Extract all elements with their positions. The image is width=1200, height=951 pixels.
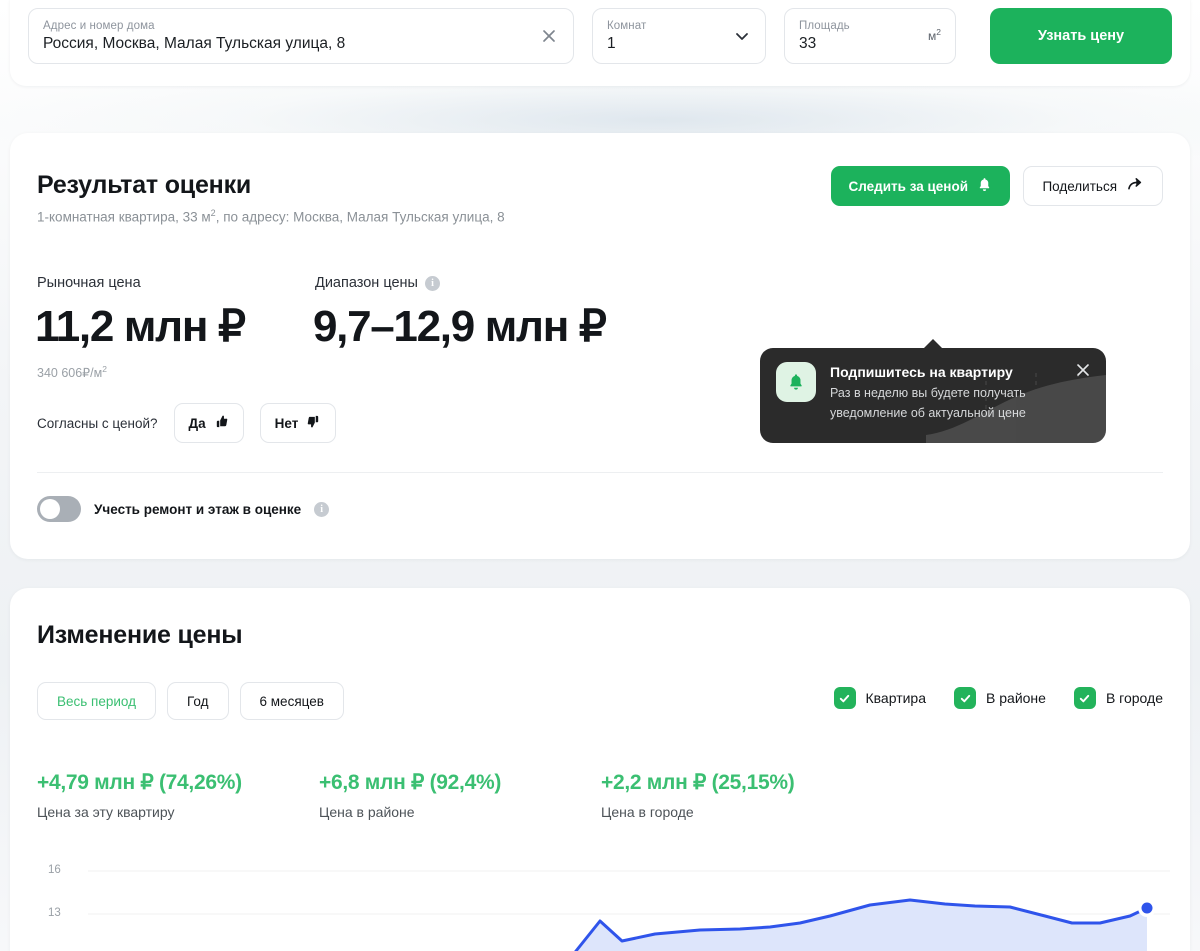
- result-card: Результат оценки 1-комнатная квартира, 3…: [10, 133, 1190, 559]
- rooms-select-value: 1: [607, 35, 616, 52]
- price-stats-row: +4,79 млн ₽ (74,26%) Цена за эту квартир…: [37, 770, 883, 820]
- price-chart-svg: [88, 870, 1170, 951]
- stat-district: +6,8 млн ₽ (92,4%) Цена в районе: [319, 770, 601, 820]
- stat-district-caption: Цена в районе: [319, 804, 415, 820]
- share-label: Поделиться: [1042, 178, 1117, 194]
- legend-item-district[interactable]: В районе: [954, 687, 1046, 709]
- price-per-sqm: 340 606₽/м2: [37, 364, 107, 381]
- period-tabs: Весь период Год 6 месяцев: [37, 682, 344, 720]
- area-unit-label: м2: [928, 27, 941, 43]
- check-icon: [833, 687, 856, 709]
- rooms-select[interactable]: Комнат 1: [592, 8, 766, 64]
- rooms-select-label: Комнат: [607, 20, 647, 32]
- price-range-value: 9,7–12,9 млн ₽: [313, 302, 607, 351]
- price-range-label-text: Диапазон цены: [315, 275, 418, 291]
- stat-city-caption: Цена в городе: [601, 804, 694, 820]
- price-change-title: Изменение цены: [37, 621, 243, 649]
- chart-area-fill: [576, 900, 1147, 951]
- area-field-value: 33: [799, 35, 817, 52]
- close-icon[interactable]: [539, 26, 559, 46]
- divider: [37, 472, 1163, 473]
- price-chart[interactable]: 16 13: [10, 844, 1190, 951]
- area-field-label: Площадь: [799, 20, 850, 32]
- info-icon[interactable]: i: [424, 275, 440, 291]
- price-change-card: Изменение цены Весь период Год 6 месяцев…: [10, 588, 1190, 951]
- watch-price-label: Следить за ценой: [848, 178, 968, 194]
- chart-legend: Квартира В районе В городе: [833, 687, 1163, 709]
- legend-item-apartment[interactable]: Квартира: [833, 687, 927, 709]
- chevron-down-icon[interactable]: [733, 27, 751, 45]
- thumbs-down-icon: [306, 414, 321, 432]
- tooltip-text-block: Подпишитесь на квартиру Раз в неделю вы …: [830, 362, 1026, 422]
- submit-price-button[interactable]: Узнать цену: [990, 8, 1172, 64]
- stat-district-value: +6,8 млн ₽ (92,4%): [319, 771, 502, 794]
- stat-apartment-value: +4,79 млн ₽ (74,26%): [37, 771, 242, 794]
- stat-city: +2,2 млн ₽ (25,15%) Цена в городе: [601, 770, 883, 820]
- thumbs-up-icon: [214, 414, 229, 432]
- area-field[interactable]: Площадь 33 м2: [784, 8, 956, 64]
- page-title: Результат оценки: [37, 171, 252, 199]
- market-price-value: 11,2 млн ₽: [35, 302, 246, 351]
- price-range-label: Диапазон цены i: [315, 275, 440, 291]
- subscribe-tooltip: Подпишитесь на квартиру Раз в неделю вы …: [760, 348, 1106, 443]
- legend-label-city: В городе: [1105, 690, 1163, 706]
- market-price-label-text: Рыночная цена: [37, 275, 141, 291]
- address-field-value: Россия, Москва, Малая Тульская улица, 8: [43, 35, 346, 52]
- check-icon: [954, 687, 977, 709]
- info-icon[interactable]: i: [314, 501, 330, 517]
- search-bar-card: Адрес и номер дома Россия, Москва, Малая…: [10, 0, 1190, 86]
- result-subtitle: 1-комнатная квартира, 33 м2, по адресу: …: [37, 208, 505, 225]
- toggle-knob: [40, 499, 60, 519]
- tab-all-period[interactable]: Весь период: [37, 682, 157, 720]
- agreement-question: Согласны с ценой?: [37, 415, 158, 431]
- legend-label-district: В районе: [986, 690, 1046, 706]
- check-icon: [1073, 687, 1096, 709]
- watch-price-button[interactable]: Следить за ценой: [830, 166, 1010, 206]
- vote-yes-label: Да: [188, 415, 206, 431]
- vote-no-label: Нет: [274, 415, 299, 431]
- stat-city-value: +2,2 млн ₽ (25,15%): [601, 771, 795, 794]
- renovation-toggle-row: Учесть ремонт и этаж в оценке i: [37, 496, 330, 522]
- bell-icon: [776, 362, 816, 402]
- share-arrow-icon: [1127, 177, 1144, 195]
- market-price-label: Рыночная цена: [37, 275, 141, 291]
- address-field-label: Адрес и номер дома: [43, 20, 155, 32]
- stat-apartment: +4,79 млн ₽ (74,26%) Цена за эту квартир…: [37, 770, 319, 820]
- tooltip-line-2: уведомление об актуальной цене: [830, 406, 1026, 420]
- renovation-toggle-label: Учесть ремонт и этаж в оценке: [94, 501, 302, 517]
- tooltip-title: Подпишитесь на квартиру: [830, 364, 1013, 380]
- agreement-row: Согласны с ценой? Да Нет: [37, 403, 337, 443]
- tab-year[interactable]: Год: [167, 682, 229, 720]
- tab-six-months[interactable]: 6 месяцев: [239, 682, 344, 720]
- address-field[interactable]: Адрес и номер дома Россия, Москва, Малая…: [28, 8, 574, 64]
- legend-label-apartment: Квартира: [865, 690, 927, 706]
- app-page: Адрес и номер дома Россия, Москва, Малая…: [0, 0, 1200, 951]
- share-button[interactable]: Поделиться: [1023, 166, 1163, 206]
- renovation-toggle[interactable]: [37, 496, 81, 522]
- vote-no-button[interactable]: Нет: [259, 403, 337, 443]
- stat-apartment-caption: Цена за эту квартиру: [37, 804, 175, 820]
- bell-icon: [977, 177, 992, 196]
- close-icon[interactable]: [1074, 361, 1092, 379]
- tooltip-content: Подпишитесь на квартиру Раз в неделю вы …: [760, 348, 1106, 436]
- legend-item-city[interactable]: В городе: [1073, 687, 1163, 709]
- tooltip-line-1: Раз в неделю вы будете получать: [830, 386, 1026, 400]
- chart-endpoint-dot: [1141, 902, 1153, 914]
- vote-yes-button[interactable]: Да: [173, 403, 244, 443]
